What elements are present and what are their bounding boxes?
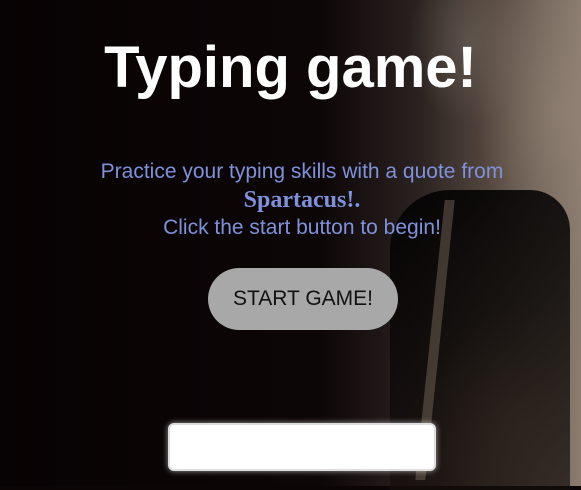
quote-source: Spartacus!. <box>243 187 361 213</box>
page-title: Typing game! <box>104 35 477 100</box>
instruction-line: Click the start button to begin! <box>163 216 441 239</box>
start-game-button[interactable]: START GAME! <box>208 268 398 330</box>
intro-line: Practice your typing skills with a quote… <box>100 160 504 183</box>
intro-text: Practice your typing skills with a quote… <box>40 158 564 242</box>
typing-input[interactable] <box>168 423 436 471</box>
